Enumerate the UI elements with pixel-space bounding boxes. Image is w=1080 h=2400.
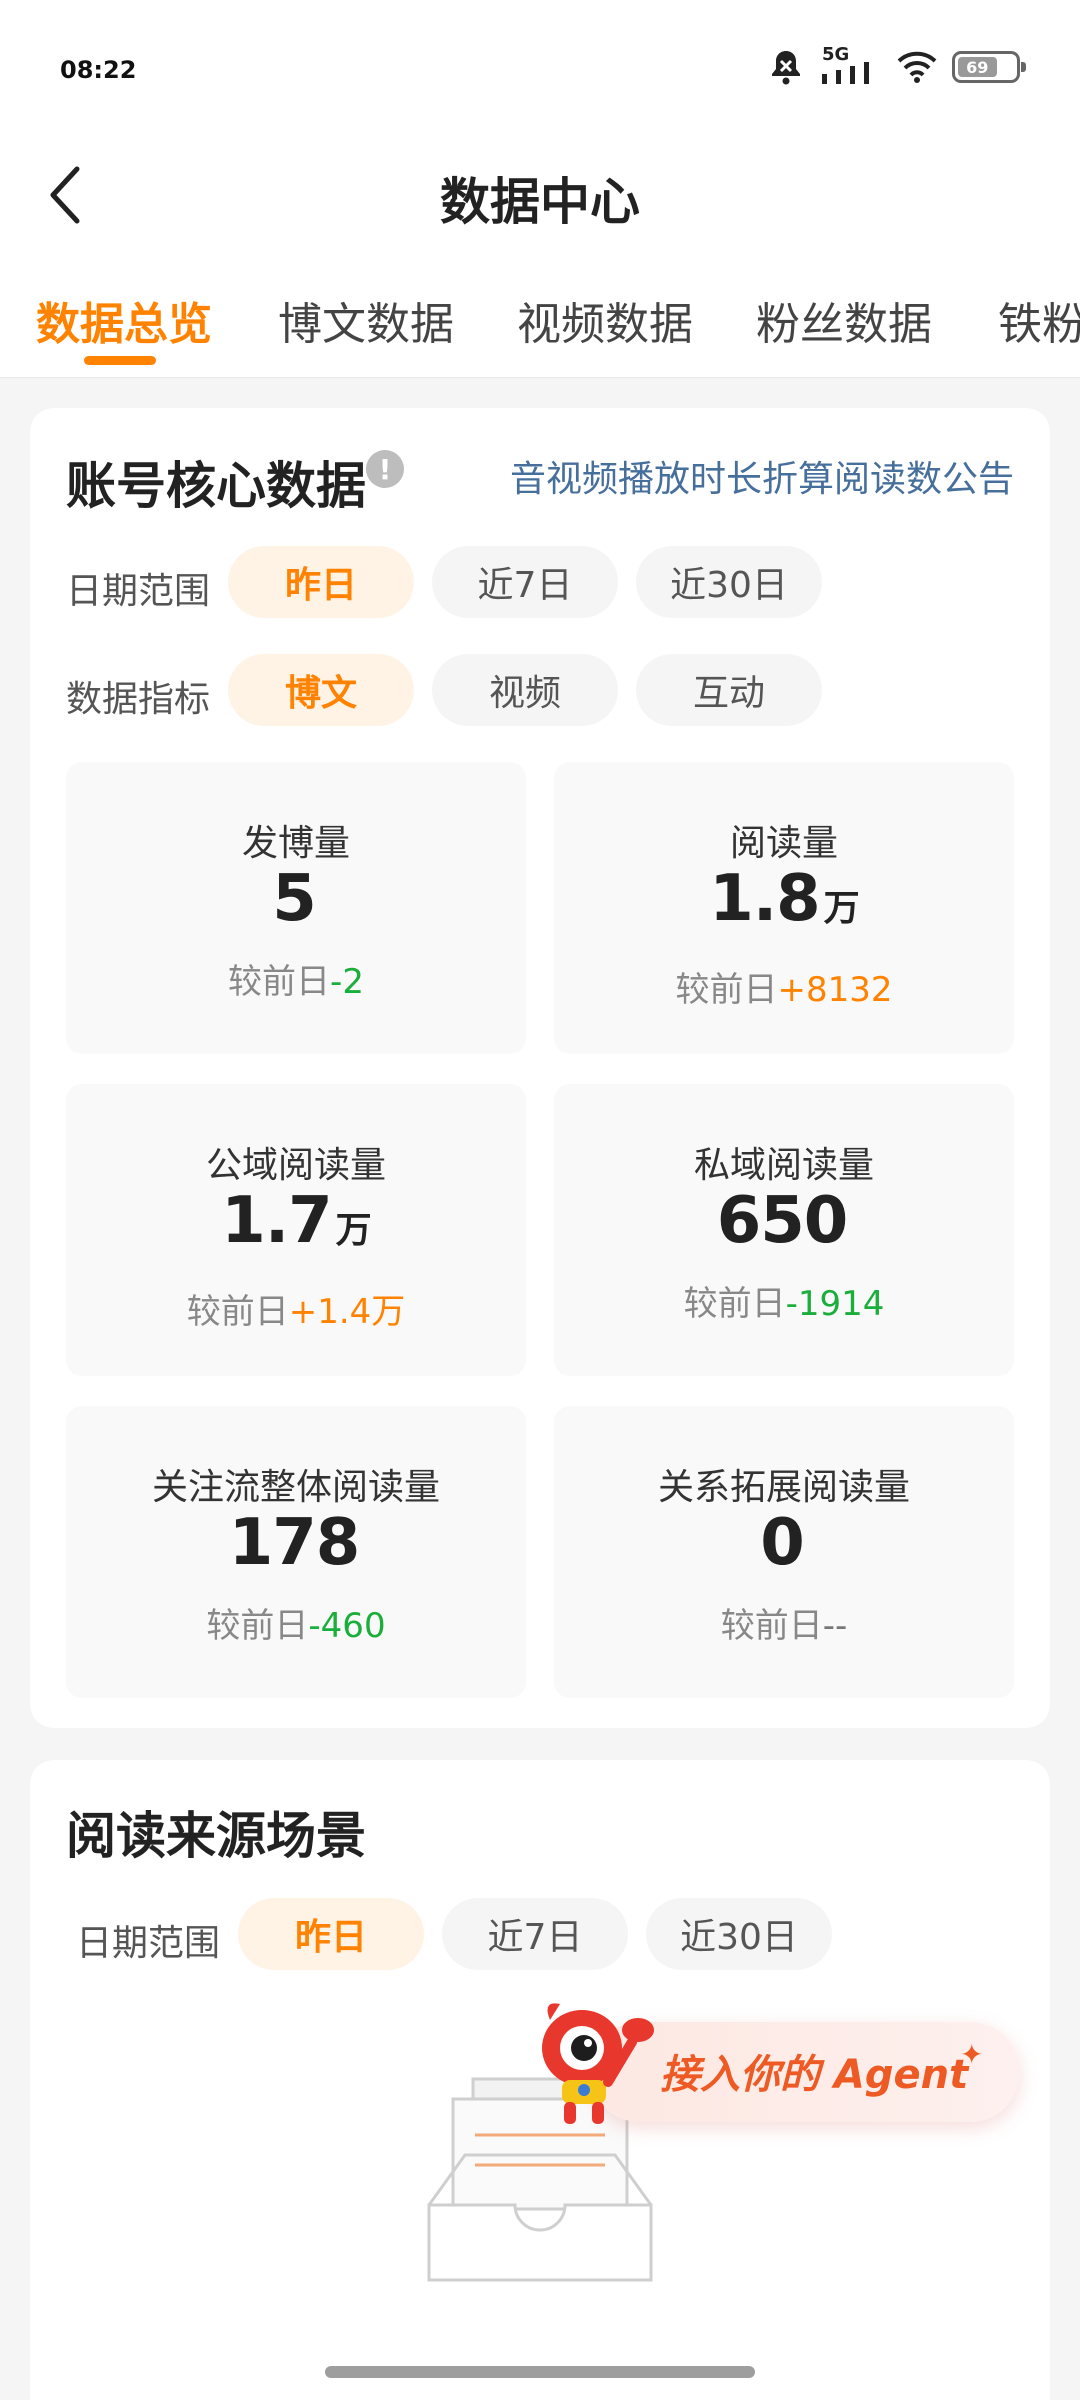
sparkle-icon: ✦: [960, 2038, 984, 2071]
stat-label: 关注流整体阅读量: [151, 1467, 440, 1508]
stat-follow-feed-reads[interactable]: 关注流整体阅读量 178 较前日-460: [66, 1406, 526, 1698]
sources-date-range-label: 日期范围: [76, 1923, 221, 1964]
battery-icon: 69: [952, 51, 1026, 83]
active-tab-indicator: [84, 356, 156, 365]
stat-private-reads[interactable]: 私域阅读量 650 较前日-1914: [554, 1084, 1014, 1376]
stat-value: 0: [760, 1506, 805, 1580]
stat-label: 阅读量: [729, 823, 838, 864]
stat-compare: 较前日--: [720, 1606, 848, 1646]
stat-compare: 较前日+1.4万: [186, 1292, 406, 1332]
stat-delta: -460: [308, 1606, 386, 1646]
stat-compare: 较前日-1914: [683, 1284, 885, 1324]
stat-delta: --: [822, 1606, 848, 1646]
metric-posts-button[interactable]: 博文: [228, 654, 414, 726]
stat-value: 1.7 万: [221, 1184, 371, 1258]
stat-public-reads[interactable]: 公域阅读量 1.7 万 较前日+1.4万: [66, 1084, 526, 1376]
tab-overview[interactable]: 数据总览: [36, 288, 212, 352]
stat-compare: 较前日-460: [206, 1606, 386, 1646]
agent-floating-button[interactable]: 接入你的 Agent ✦: [520, 1990, 1020, 2130]
page-title: 数据中心: [440, 173, 640, 231]
stat-value: 650: [716, 1184, 849, 1258]
sources-date-30days-button[interactable]: 近30日: [646, 1898, 832, 1970]
stat-label: 发博量: [241, 823, 350, 864]
status-bar: 08:22 5G 69: [0, 0, 1080, 140]
stat-label: 关系拓展阅读量: [657, 1467, 910, 1508]
mascot-icon: [542, 2003, 654, 2124]
reading-sources-title: 阅读来源场景: [66, 1807, 366, 1865]
metric-label: 数据指标: [66, 679, 211, 720]
nav-bar: 数据中心: [0, 140, 1080, 250]
playback-notice-link[interactable]: 音视频播放时长折算阅读数公告: [510, 450, 1014, 502]
metric-interaction-button[interactable]: 互动: [636, 654, 822, 726]
metric-videos-button[interactable]: 视频: [432, 654, 618, 726]
network-indicator: 5G: [818, 44, 882, 86]
home-indicator[interactable]: [325, 2366, 755, 2378]
tab-fans[interactable]: 粉丝数据: [756, 288, 932, 352]
wifi-icon: [897, 51, 937, 83]
status-time: 08:22: [60, 56, 137, 84]
date-range-label: 日期范围: [66, 571, 211, 612]
stat-delta: +8132: [777, 970, 893, 1010]
stat-posts-count[interactable]: 发博量 5 较前日-2: [66, 762, 526, 1054]
stat-label: 公域阅读量: [205, 1145, 386, 1186]
stat-compare: 较前日+8132: [675, 970, 893, 1010]
tab-videos[interactable]: 视频数据: [517, 288, 693, 352]
tab-bar: 数据总览 博文数据 视频数据 粉丝数据 铁粉: [0, 250, 1080, 378]
stat-relation-expansion-reads[interactable]: 关系拓展阅读量 0 较前日--: [554, 1406, 1014, 1698]
info-icon[interactable]: !: [366, 450, 404, 488]
mute-bell-icon: [772, 51, 800, 85]
battery-level: 69: [958, 57, 997, 77]
core-data-title: 账号核心数据: [66, 457, 366, 515]
stat-delta: -1914: [785, 1284, 885, 1324]
stat-delta: -2: [330, 962, 364, 1002]
stat-value: 1.8 万: [709, 862, 859, 936]
date-30days-button[interactable]: 近30日: [636, 546, 822, 618]
agent-button-label: 接入你的 Agent: [660, 2052, 969, 2098]
sources-date-7days-button[interactable]: 近7日: [442, 1898, 628, 1970]
tab-posts[interactable]: 博文数据: [278, 288, 454, 352]
stat-label: 私域阅读量: [693, 1145, 874, 1186]
stat-reads[interactable]: 阅读量 1.8 万 较前日+8132: [554, 762, 1014, 1054]
tab-iron-fans[interactable]: 铁粉: [998, 288, 1080, 352]
stat-value: 178: [228, 1506, 361, 1580]
status-icons: 5G 69: [768, 44, 1026, 86]
stat-value: 5: [272, 862, 317, 936]
sources-date-yesterday-button[interactable]: 昨日: [238, 1898, 424, 1970]
date-yesterday-button[interactable]: 昨日: [228, 546, 414, 618]
core-data-card: 账号核心数据 ! 音视频播放时长折算阅读数公告 日期范围 昨日 近7日 近30日…: [30, 408, 1050, 1728]
stat-compare: 较前日-2: [228, 962, 364, 1002]
date-7days-button[interactable]: 近7日: [432, 546, 618, 618]
stat-delta: +1.4万: [288, 1292, 406, 1332]
signal-icon: [822, 62, 869, 84]
